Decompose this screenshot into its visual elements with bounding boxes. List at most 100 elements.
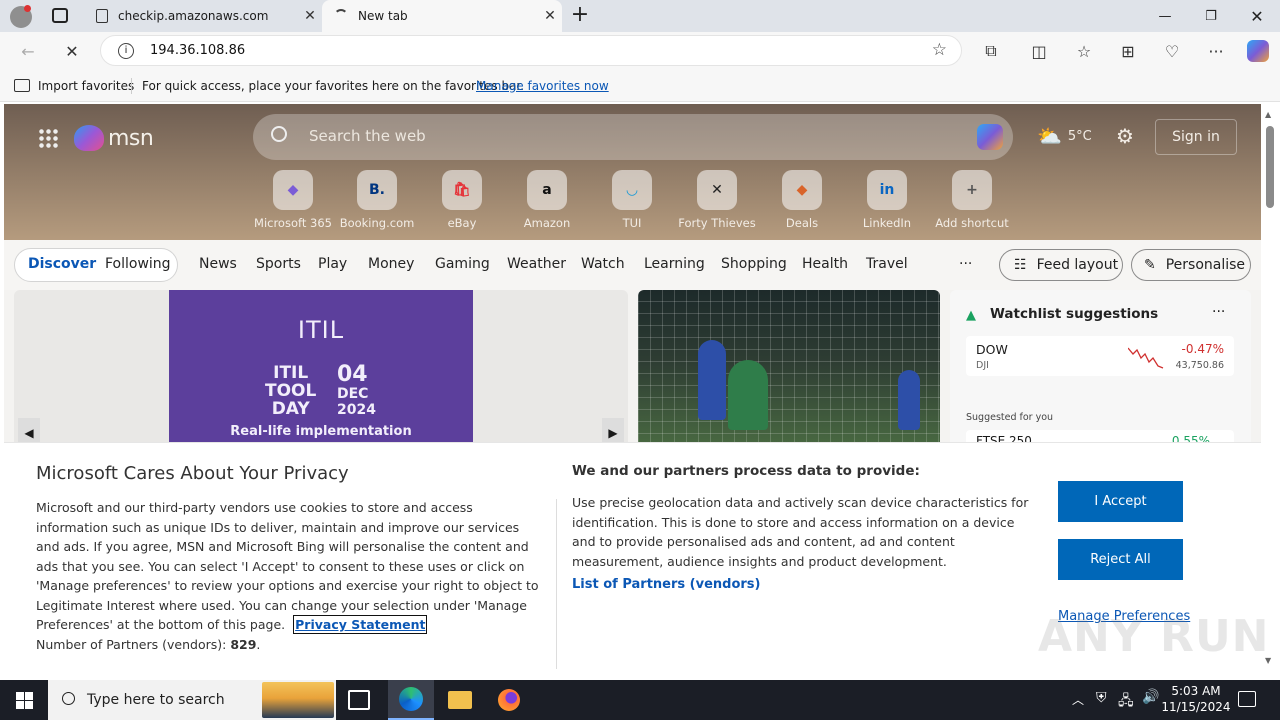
clock-time: 5:03 AM (1171, 684, 1221, 698)
restore-button[interactable]: ❐ (1188, 0, 1234, 32)
info-icon[interactable]: i (118, 43, 134, 59)
shortcut-0[interactable]: ◆ Microsoft 365 (253, 170, 333, 230)
tab-discover[interactable]: Discover (28, 256, 96, 272)
profile-icon[interactable] (10, 5, 32, 28)
favorite-star-icon[interactable]: ☆ (932, 40, 947, 60)
address-bar[interactable]: i 194.36.108.86 ☆ (100, 35, 962, 66)
anyrun-watermark: ANY RUN (1038, 611, 1270, 662)
nav-item-watch[interactable]: Watch (581, 256, 625, 272)
page-scrollbar[interactable]: ▲ ▼ (1261, 104, 1280, 676)
tab-title: checkip.amazonaws.com (118, 9, 269, 23)
close-tab-icon[interactable]: ✕ (298, 8, 322, 24)
tab-actions-icon[interactable] (52, 8, 68, 23)
import-favorites-button[interactable]: Import favorites (38, 79, 134, 93)
partners-list-link[interactable]: List of Partners (vendors) (572, 577, 1032, 592)
minimize-button[interactable]: — (1142, 0, 1188, 32)
stock-value: 43,750.86 (1175, 360, 1224, 371)
apps-launcher-icon[interactable] (38, 128, 58, 148)
sign-in-button[interactable]: Sign in (1155, 119, 1237, 155)
split-screen-icon[interactable]: ◫ (1025, 38, 1053, 64)
promo-image: ITIL ITIL TOOL DAY 04 DEC 2024 Real-life… (169, 290, 473, 450)
msn-logo[interactable]: msn (74, 122, 154, 154)
stop-loading-icon[interactable]: ✕ (58, 38, 86, 64)
start-button[interactable] (0, 680, 48, 720)
import-favorites-icon[interactable] (14, 79, 30, 92)
search-input[interactable]: Search the web (309, 127, 426, 145)
nav-item-health[interactable]: Health (802, 256, 848, 272)
privacy-middle-column: We and our partners process data to prov… (572, 463, 1032, 592)
more-menu-icon[interactable]: ··· (1202, 38, 1230, 64)
watchlist-more-icon[interactable]: ··· (1212, 304, 1225, 320)
browser-essentials-icon[interactable]: ♡ (1158, 38, 1186, 64)
goal-net-image (638, 290, 940, 450)
url-text[interactable]: 194.36.108.86 (150, 43, 245, 58)
network-icon[interactable]: 🖧 (1118, 690, 1134, 714)
shortcut-6[interactable]: ◆ Deals (762, 170, 842, 230)
extensions-icon[interactable]: ⧉ (977, 38, 1005, 64)
close-tab-icon[interactable]: ✕ (538, 8, 562, 24)
tab-checkip[interactable]: checkip.amazonaws.com ✕ (84, 0, 322, 32)
scroll-up-arrow[interactable]: ▲ (1265, 110, 1271, 119)
tab-strip: checkip.amazonaws.com ✕ New tab ✕ + — ❐ … (0, 0, 1280, 32)
volume-icon[interactable]: 🔊 (1142, 689, 1159, 705)
shortcut-7[interactable]: in LinkedIn (847, 170, 927, 230)
browser-toolbar: ← ✕ i 194.36.108.86 ☆ ⧉ ◫ ☆ ⊞ ♡ ··· (0, 32, 1280, 70)
shortcut-2[interactable]: 🛍 eBay (422, 170, 502, 230)
search-icon (271, 126, 287, 142)
tab-following[interactable]: Following (105, 256, 171, 272)
favorites-icon[interactable]: ☆ (1070, 38, 1098, 64)
watchlist-title: Watchlist suggestions (990, 306, 1159, 322)
nav-item-weather[interactable]: Weather (507, 256, 566, 272)
more-nav-icon[interactable]: ··· (959, 256, 972, 272)
promo-carousel-card[interactable]: ITIL ITIL TOOL DAY 04 DEC 2024 Real-life… (14, 290, 628, 450)
nav-item-travel[interactable]: Travel (866, 256, 908, 272)
feed-layout-button[interactable]: ☷ Feed layout (999, 249, 1123, 281)
privacy-consent-banner: Microsoft Cares About Your Privacy Micro… (4, 442, 1269, 676)
task-view-icon[interactable] (348, 690, 370, 710)
tray-security-icon[interactable]: ⛨ (1096, 690, 1107, 706)
nav-item-news[interactable]: News (199, 256, 237, 272)
new-tab-button[interactable]: + (568, 3, 592, 27)
nav-item-sports[interactable]: Sports (256, 256, 301, 272)
close-window-button[interactable]: ✕ (1234, 0, 1280, 32)
file-explorer-icon[interactable] (448, 691, 472, 709)
taskbar-search-input[interactable]: Type here to search (87, 692, 225, 708)
shortcut-label: Microsoft 365 (254, 216, 332, 230)
tab-new-tab[interactable]: New tab ✕ (322, 0, 562, 32)
nav-item-play[interactable]: Play (318, 256, 347, 272)
shortcut-5[interactable]: ✕ Forty Thieves (677, 170, 757, 230)
shortcut-label: eBay (447, 216, 477, 230)
sports-story-card[interactable] (638, 290, 940, 450)
personalise-button[interactable]: ✎ Personalise (1131, 249, 1251, 281)
copilot-search-icon[interactable] (977, 124, 1003, 150)
shortcut-1[interactable]: B. Booking.com (337, 170, 417, 230)
shortcut-4[interactable]: ◡ TUI (592, 170, 672, 230)
collections-icon[interactable]: ⊞ (1114, 38, 1142, 64)
favorites-bar: Import favorites For quick access, place… (0, 70, 1280, 102)
clock[interactable]: 5:03 AM 11/15/2024 (1160, 683, 1232, 715)
nav-item-gaming[interactable]: Gaming (435, 256, 490, 272)
firefox-icon[interactable] (498, 689, 520, 711)
nav-item-learning[interactable]: Learning (644, 256, 705, 272)
tray-overflow-icon[interactable]: ︿ (1072, 691, 1084, 708)
back-icon[interactable]: ← (14, 38, 42, 64)
copilot-icon[interactable] (1244, 38, 1272, 64)
taskbar-search-box[interactable]: Type here to search (48, 680, 336, 720)
favorites-bar-divider (131, 78, 132, 94)
accept-button[interactable]: I Accept (1058, 481, 1183, 522)
privacy-statement-link[interactable]: Privacy Statement (293, 615, 428, 634)
settings-gear-icon[interactable]: ⚙ (1116, 124, 1134, 148)
scroll-thumb[interactable] (1266, 126, 1274, 208)
edge-taskbar-icon[interactable] (388, 680, 434, 720)
itil-logo: ITIL (297, 316, 345, 344)
stock-row-dow[interactable]: DOW DJI -0.47% 43,750.86 (966, 336, 1234, 376)
reject-all-button[interactable]: Reject All (1058, 539, 1183, 580)
shortcut-8[interactable]: + Add shortcut (932, 170, 1012, 230)
weather-widget[interactable]: ⛅ 5°C (1037, 124, 1092, 148)
manage-favorites-link[interactable]: Manage favorites now (476, 79, 609, 93)
notifications-icon[interactable] (1238, 691, 1256, 707)
nav-item-shopping[interactable]: Shopping (721, 256, 787, 272)
nav-item-money[interactable]: Money (368, 256, 414, 272)
shortcut-3[interactable]: a Amazon (507, 170, 587, 230)
web-search-box[interactable]: Search the web (253, 114, 1013, 160)
